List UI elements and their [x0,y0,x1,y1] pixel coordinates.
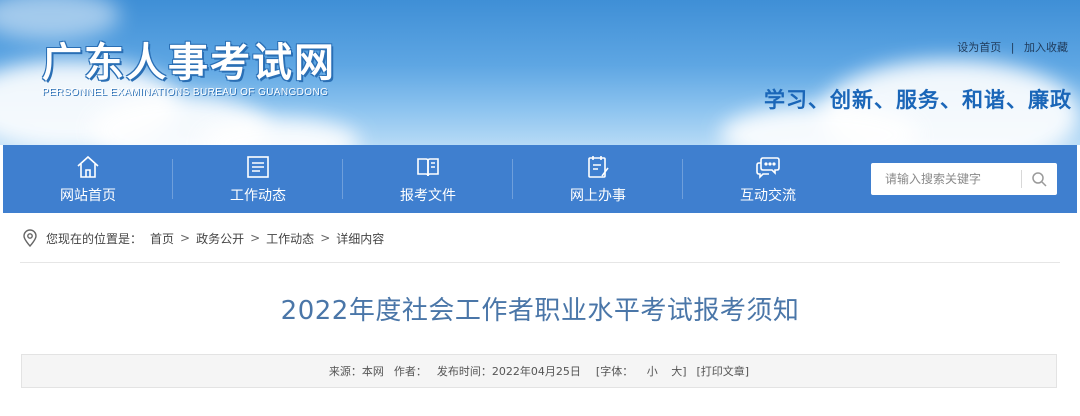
article-title: 2022年度社会工作者职业水平考试报考须知 [280,296,800,326]
breadcrumb: 您现在的位置是： 首页 > 政务公开 > 工作动态 > 详细内容 [22,229,384,247]
breadcrumb-separator: > [180,231,191,245]
news-icon [247,155,269,178]
meta-published: 发布时间：2022年04月25日 [436,365,581,378]
meta-font-prefix: [字体： [595,365,634,378]
breadcrumb-separator: > [250,231,261,245]
search-input[interactable] [871,164,1021,194]
set-homepage-link[interactable]: 设为首页 [957,41,1001,54]
breadcrumb-divider [20,262,1060,263]
breadcrumb-government-affairs[interactable]: 政务公开 [196,230,244,247]
nav-item-files[interactable]: 报考文件 [343,145,513,213]
link-separator: | [1010,41,1015,54]
meta-author: 作者： [393,365,427,378]
site-title[interactable]: 广东人事考试网 [42,30,336,88]
nav-item-interaction[interactable]: 互动交流 [683,145,853,213]
nav-item-news[interactable]: 工作动态 [173,145,343,213]
search-button[interactable] [1022,164,1056,194]
meta-source: 来源：本网 [328,365,384,378]
slogan: 学习、创新、服务、和谐、廉政 [764,88,1072,112]
nav-item-online-service[interactable]: 网上办事 [513,145,683,213]
font-large-button[interactable]: 大] [671,365,686,378]
nav-label-news: 工作动态 [230,187,286,204]
font-small-button[interactable]: 小 [647,365,658,378]
chat-icon [756,156,780,179]
breadcrumb-home[interactable]: 首页 [150,230,174,247]
nav-label-online-service: 网上办事 [570,187,626,204]
home-icon [77,155,99,178]
meta-font-label: [字体： 小 大] [591,363,692,379]
print-article-button[interactable]: [打印文章] [697,363,750,379]
book-icon [417,157,439,176]
top-links: 设为首页 | 加入收藏 [957,39,1068,55]
search-box [871,163,1057,195]
breadcrumb-separator: > [320,231,331,245]
nav-label-files: 报考文件 [400,187,456,204]
article-meta-bar: 来源：本网 作者： 发布时间：2022年04月25日 [字体： 小 大] [打印… [21,354,1057,388]
site-subtitle: PERSONNEL EXAMINATIONS BUREAU OF GUANGDO… [42,87,329,98]
search-icon [1032,172,1047,187]
nav-label-interaction: 互动交流 [740,187,796,204]
location-pin-icon [23,229,37,247]
nav-label-home: 网站首页 [60,187,116,204]
breadcrumb-current: 详细内容 [336,231,385,246]
breadcrumb-work-news[interactable]: 工作动态 [266,230,314,247]
nav-item-home[interactable]: 网站首页 [3,145,173,213]
add-favorite-link[interactable]: 加入收藏 [1024,41,1068,54]
breadcrumb-prefix: 您现在的位置是： [46,231,143,246]
checklist-icon [588,155,609,178]
header-banner: 广东人事考试网 PERSONNEL EXAMINATIONS BUREAU OF… [0,0,1080,145]
